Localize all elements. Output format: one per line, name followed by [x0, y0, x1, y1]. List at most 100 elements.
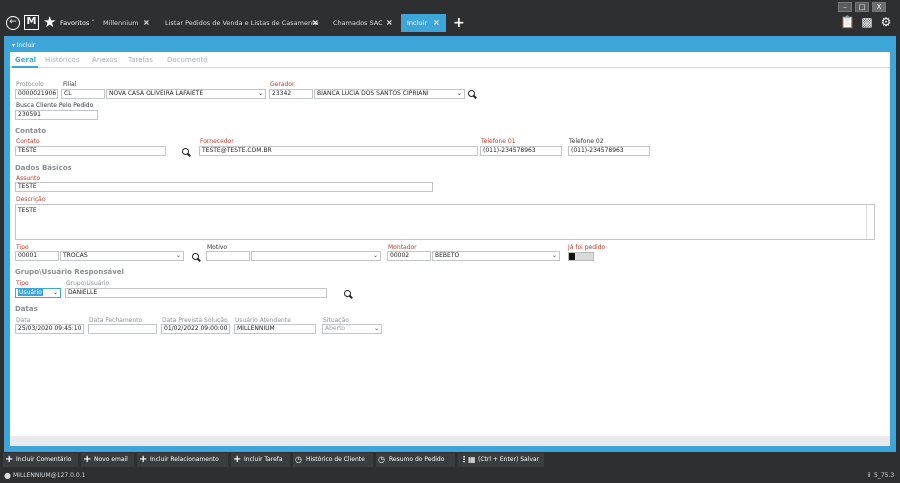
- minimize-button[interactable]: –: [838, 2, 852, 12]
- favorites-label: Favoritos: [60, 19, 90, 27]
- assunto-field[interactable]: TESTE: [15, 182, 433, 192]
- montador-select[interactable]: BEBETO ⌄: [432, 251, 560, 261]
- telefone1-field[interactable]: (011)-234578963: [480, 146, 562, 156]
- tab-chamados-sac[interactable]: Chamados SAC ×: [327, 14, 397, 32]
- motivo-select[interactable]: ⌄: [251, 251, 381, 261]
- history-icon: ◷: [295, 455, 302, 464]
- contato-field[interactable]: TESTE: [15, 146, 166, 156]
- clipboard-icon[interactable]: 📋: [840, 15, 855, 29]
- grupo-usuario-field[interactable]: DANIELLE: [65, 288, 327, 298]
- gerador-select[interactable]: BIANCA LUCIA DOS SANTOS CIPRIANI ⌄: [314, 89, 465, 99]
- filial-code-field[interactable]: CL: [61, 89, 105, 99]
- incluir-tarefa-button[interactable]: + Incluir Tarefa: [231, 453, 290, 467]
- tab-incluir[interactable]: Incluir ×: [401, 14, 446, 32]
- contato-label: Contato: [16, 138, 40, 145]
- telefone1-label: Telefone 01: [481, 138, 516, 145]
- maximize-button[interactable]: □: [855, 2, 869, 12]
- descricao-text: TESTE: [18, 207, 37, 214]
- ja-foi-pedido-toggle[interactable]: [568, 252, 594, 261]
- chevron-down-icon: ⌄: [551, 252, 557, 259]
- search-icon[interactable]: [344, 290, 353, 299]
- chevron-down-icon: ⌄: [52, 289, 58, 296]
- panel-footer-strip: [10, 436, 890, 446]
- chevron-down-icon: ⌄: [257, 90, 263, 97]
- tab-label: Incluir: [407, 19, 428, 27]
- form-panel: Geral Históricos Anexos Tarefas Document…: [10, 52, 890, 445]
- close-window-button[interactable]: X: [872, 2, 886, 12]
- scrollbar[interactable]: [866, 205, 874, 239]
- action-bar: + Incluir Comentário + Novo email + Incluir…: [0, 452, 900, 468]
- incluir-comentario-button[interactable]: + Incluir Comentário: [3, 453, 78, 467]
- grupo-tipo-select[interactable]: Usuário ⌄: [15, 288, 61, 298]
- incluir-relacionamento-button[interactable]: + Incluir Relacionamento: [137, 453, 228, 467]
- fornecedor-field[interactable]: TESTE@TESTE.COM.BR: [199, 146, 478, 156]
- situacao-select[interactable]: Aberto ⌄: [322, 324, 382, 334]
- tipo-select[interactable]: TROCAS ⌄: [60, 251, 184, 261]
- subtab-documento[interactable]: Documento: [167, 56, 208, 64]
- data-field[interactable]: 25/03/2020 09:45:10: [15, 324, 84, 334]
- app-logo[interactable]: M: [24, 15, 39, 30]
- plus-icon: +: [83, 454, 92, 465]
- telefone2-field[interactable]: (011)-234578963: [568, 146, 650, 156]
- close-icon[interactable]: ×: [433, 14, 440, 32]
- toggle-knob: [569, 253, 575, 260]
- protocolo-field[interactable]: 0000021906: [15, 89, 58, 99]
- tab-millennium[interactable]: Millennium ×: [97, 14, 157, 32]
- gerador-name: BIANCA LUCIA DOS SANTOS CIPRIANI: [317, 90, 429, 97]
- filial-select[interactable]: NOVA CASA OLIVEIRA LAFAIETE ⌄: [106, 89, 266, 99]
- subtab-anexos[interactable]: Anexos: [92, 56, 117, 64]
- grupo-usuario-label: Grupo\Usuário: [66, 280, 110, 287]
- form-header[interactable]: ▾ Incluir: [4, 41, 896, 51]
- close-icon[interactable]: ×: [312, 14, 319, 32]
- search-icon[interactable]: [468, 90, 477, 99]
- data-fechamento-field[interactable]: [88, 324, 157, 334]
- subtab-historicos[interactable]: Históricos: [45, 56, 79, 64]
- montador-code-field[interactable]: 00002: [387, 251, 431, 261]
- gerador-code-field[interactable]: 23342: [269, 89, 313, 99]
- add-tab-button[interactable]: +: [453, 14, 465, 32]
- chevron-down-icon: ˇ: [91, 19, 95, 27]
- button-label: Novo email: [94, 456, 128, 463]
- tipo-label: Tipo: [16, 244, 29, 251]
- tipo-code-field[interactable]: 00001: [15, 251, 59, 261]
- close-icon[interactable]: ×: [143, 14, 150, 32]
- resumo-pedido-button[interactable]: ◷ Resumo do Pedido: [376, 453, 455, 467]
- motivo-code-field[interactable]: [206, 251, 250, 261]
- telefone2-label: Telefone 02: [569, 138, 604, 145]
- back-arrow-icon[interactable]: ←: [6, 16, 20, 30]
- novo-email-button[interactable]: + Novo email: [81, 453, 134, 467]
- montador-name: BEBETO: [435, 252, 460, 259]
- usuario-atendente-field[interactable]: MILLENNIUM: [234, 324, 316, 334]
- star-icon[interactable]: ★: [43, 13, 56, 31]
- subtab-tarefas[interactable]: Tarefas: [128, 56, 153, 64]
- save-button[interactable]: ⋮▦ (Ctrl + Enter) Salvar: [458, 453, 544, 467]
- historico-cliente-button[interactable]: ◷ Histórico de Cliente: [293, 453, 373, 467]
- form-title: Incluir: [16, 42, 36, 49]
- busca-field[interactable]: 230591: [15, 110, 98, 120]
- tab-listar-pedidos[interactable]: Listar Pedidos de Venda e Listas de Casa…: [159, 14, 326, 32]
- assunto-label: Assunto: [16, 175, 40, 182]
- subtab-geral[interactable]: Geral: [15, 56, 36, 64]
- filial-name: NOVA CASA OLIVEIRA LAFAIETE: [109, 90, 204, 97]
- button-label: Incluir Relacionamento: [150, 456, 219, 463]
- search-icon[interactable]: [182, 148, 191, 157]
- descricao-textarea[interactable]: TESTE: [15, 204, 875, 240]
- favorites-menu[interactable]: Favoritos ˇ: [60, 19, 95, 27]
- grupo-tipo-value: Usuário: [18, 289, 43, 296]
- gear-icon[interactable]: ⚙: [879, 15, 893, 29]
- status-bar: ● MILLENNIUM@127.0.0.1 i 5_75.3: [0, 468, 900, 483]
- filial-label: Filial: [63, 81, 77, 88]
- section-contato: Contato: [15, 127, 47, 135]
- chat-icon[interactable]: ▩: [860, 15, 874, 29]
- montador-label: Montador: [388, 244, 417, 251]
- plus-icon: +: [5, 454, 14, 465]
- grupo-tipo-label: Tipo: [16, 280, 29, 287]
- search-icon[interactable]: [192, 253, 201, 262]
- title-bar: – □ X ← M ★ Favoritos ˇ Millennium × List…: [0, 0, 900, 36]
- usuario-atendente-label: Usuário Atendente: [235, 317, 291, 324]
- tipo-name: TROCAS: [63, 252, 88, 259]
- chevron-down-icon: ⌄: [175, 252, 181, 259]
- button-label: Incluir Tarefa: [244, 456, 283, 463]
- close-icon[interactable]: ×: [386, 14, 393, 32]
- data-prevista-field[interactable]: 01/02/2022 09:00:00: [161, 324, 230, 334]
